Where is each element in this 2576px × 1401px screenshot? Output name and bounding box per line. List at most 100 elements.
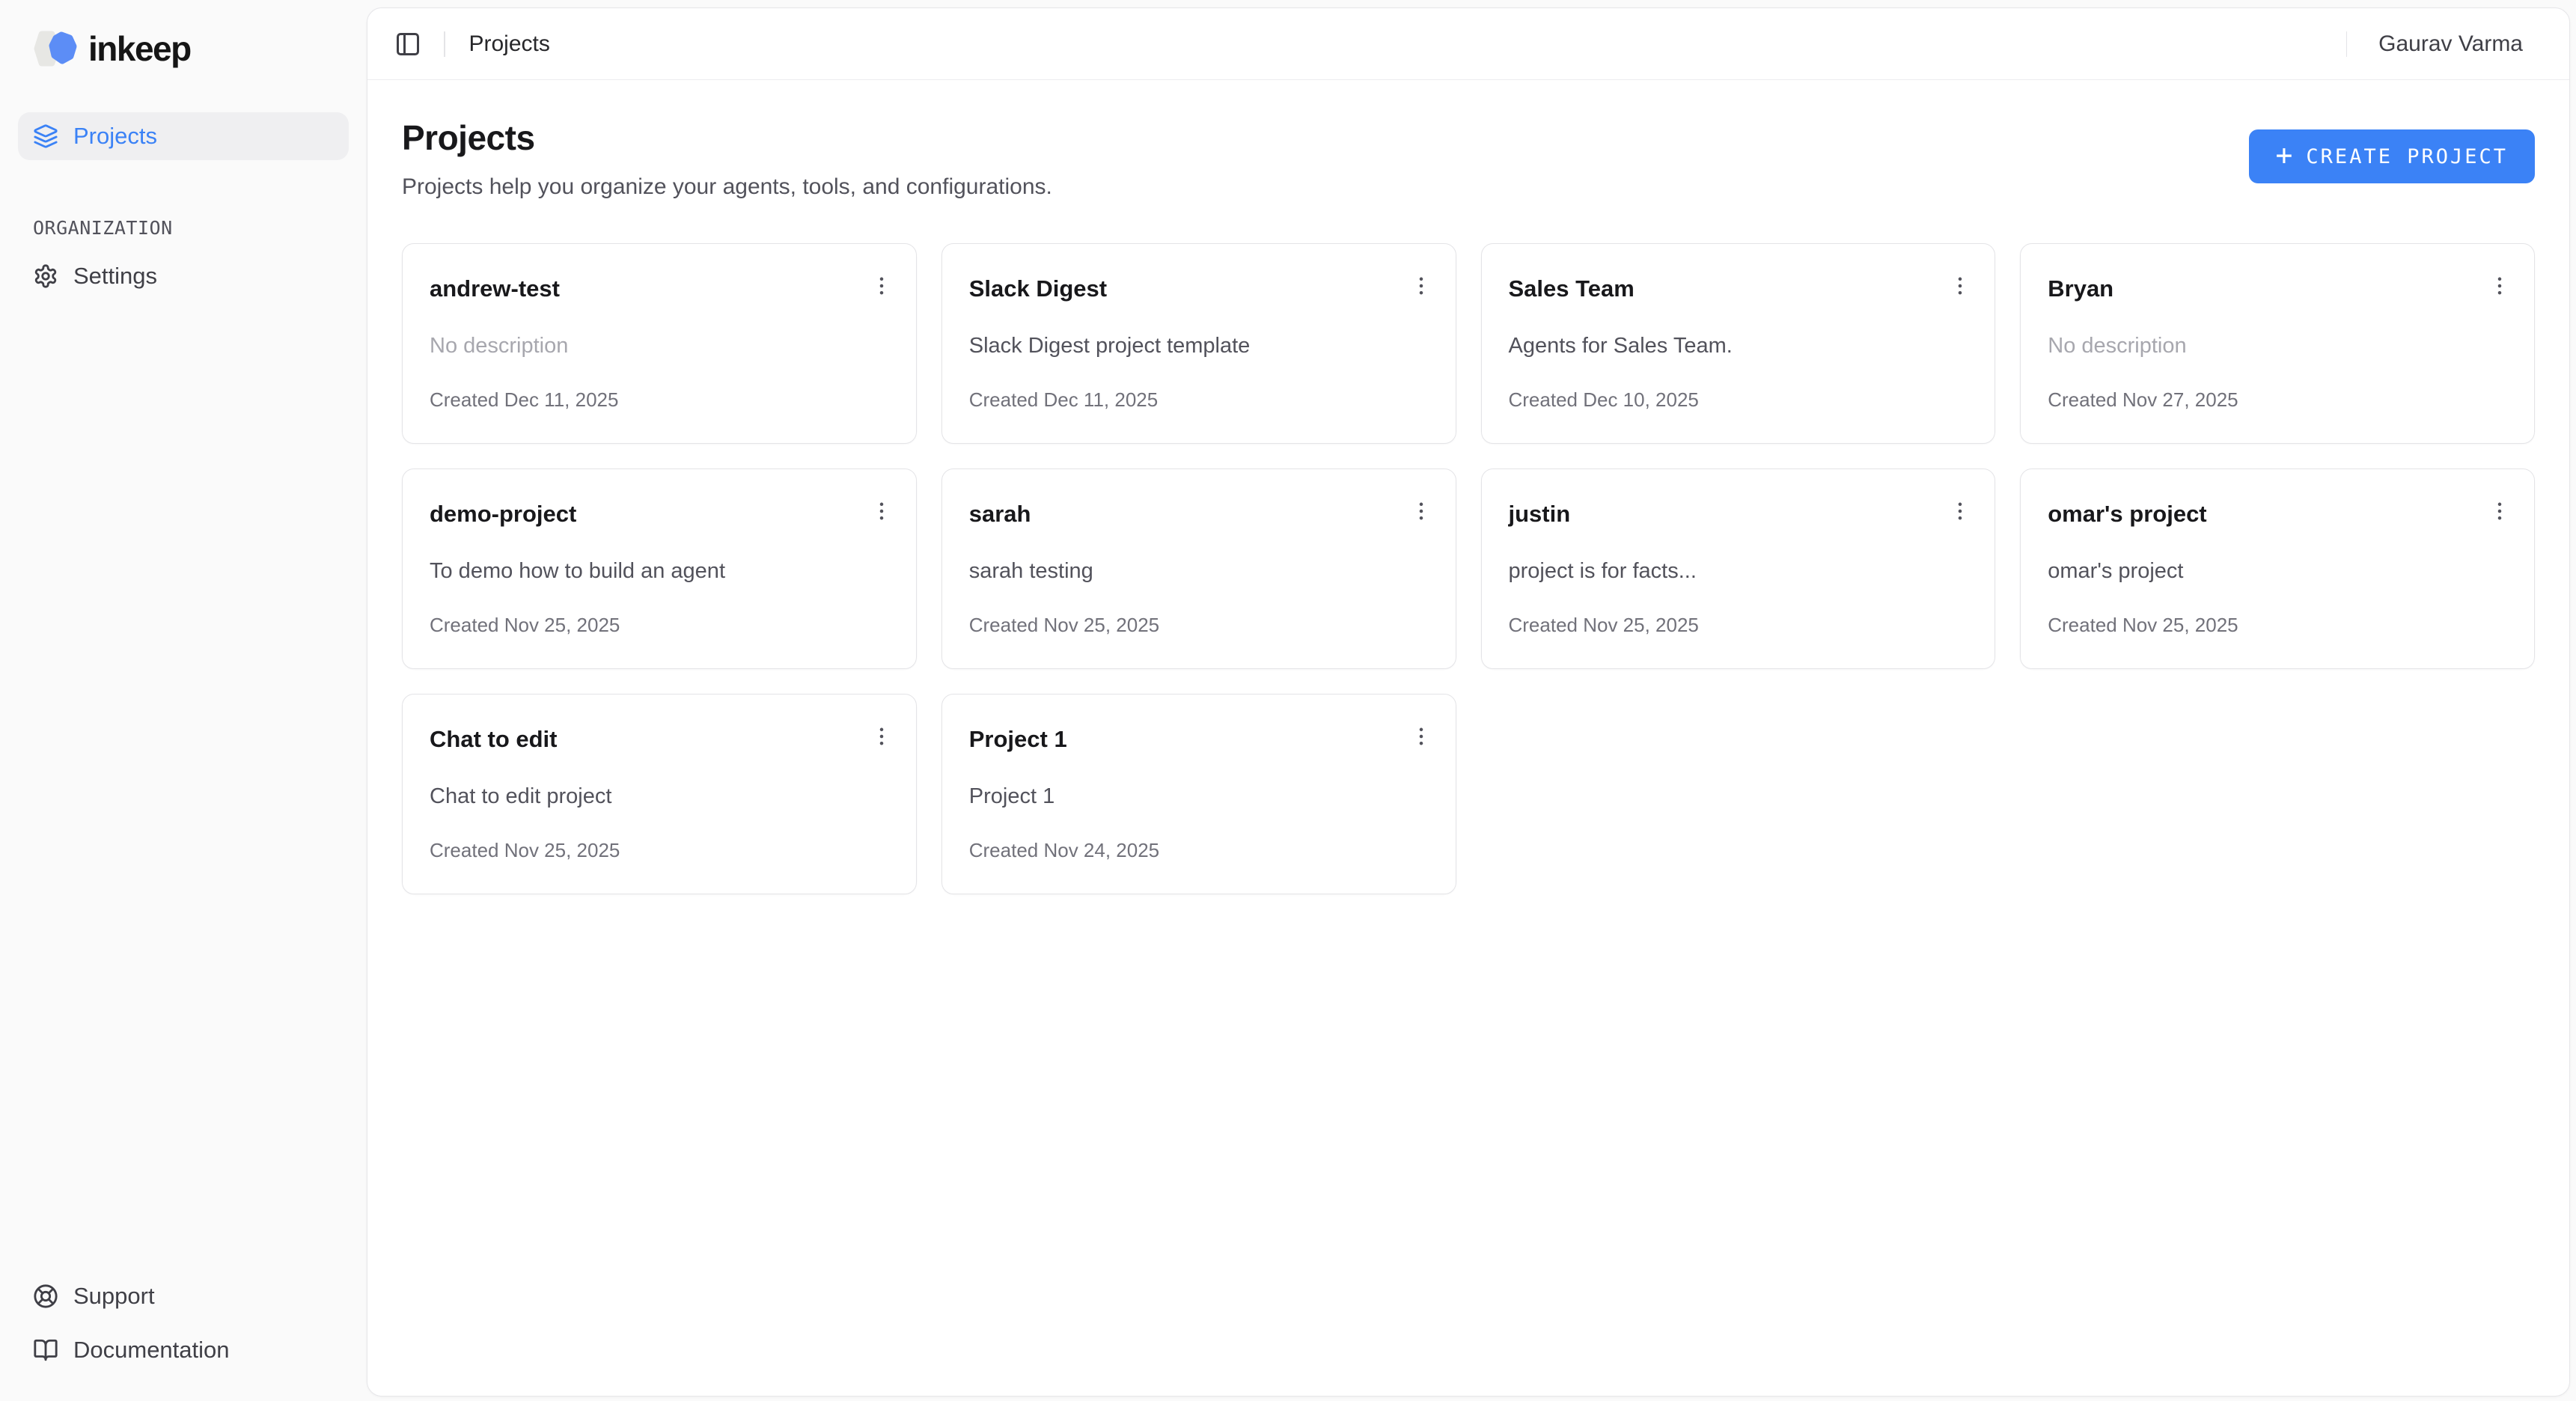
project-created-date: Created Nov 27, 2025 bbox=[2048, 388, 2507, 412]
project-card[interactable]: Slack Digest Slack Digest project templa… bbox=[941, 243, 1456, 444]
project-created-date: Created Nov 24, 2025 bbox=[969, 839, 1429, 862]
project-title: justin bbox=[1509, 501, 1571, 528]
project-created-date: Created Nov 25, 2025 bbox=[1509, 614, 1968, 637]
inkeep-logo-icon bbox=[31, 31, 79, 67]
project-card-header: Chat to edit bbox=[430, 726, 889, 753]
sidebar: inkeep Projects ORGANIZATION Settings bbox=[0, 0, 367, 1401]
content-area: Projects Projects help you organize your… bbox=[367, 80, 2569, 1396]
project-card-header: andrew-test bbox=[430, 275, 889, 302]
project-description: Chat to edit project bbox=[430, 784, 889, 809]
project-card[interactable]: andrew-test No description Created Dec 1… bbox=[402, 243, 917, 444]
project-menu-button[interactable] bbox=[1405, 269, 1438, 302]
project-card-header: justin bbox=[1509, 501, 1968, 528]
project-description: No description bbox=[2048, 334, 2507, 358]
project-menu-button[interactable] bbox=[1944, 495, 1977, 528]
layers-icon bbox=[33, 123, 58, 149]
project-card-header: Slack Digest bbox=[969, 275, 1429, 302]
project-title: sarah bbox=[969, 501, 1031, 528]
project-title: Chat to edit bbox=[430, 726, 558, 753]
user-menu[interactable]: Gaurav Varma bbox=[2378, 31, 2523, 57]
kebab-menu-icon bbox=[1947, 498, 1973, 524]
create-project-label: CREATE PROJECT bbox=[2306, 145, 2508, 168]
project-description: No description bbox=[430, 334, 889, 358]
project-card-header: Project 1 bbox=[969, 726, 1429, 753]
project-title: Project 1 bbox=[969, 726, 1067, 753]
topbar: Projects Gaurav Varma bbox=[367, 8, 2569, 80]
project-created-date: Created Nov 25, 2025 bbox=[969, 614, 1429, 637]
sidebar-item-documentation[interactable]: Documentation bbox=[18, 1326, 349, 1374]
breadcrumb: Projects bbox=[469, 31, 550, 57]
page-header: Projects Projects help you organize your… bbox=[402, 117, 2535, 200]
project-created-date: Created Nov 25, 2025 bbox=[2048, 614, 2507, 637]
kebab-menu-icon bbox=[1408, 724, 1434, 749]
project-card[interactable]: Project 1 Project 1 Created Nov 24, 2025 bbox=[941, 694, 1456, 894]
project-menu-button[interactable] bbox=[2483, 269, 2516, 302]
project-card[interactable]: sarah sarah testing Created Nov 25, 2025 bbox=[941, 468, 1456, 669]
project-menu-button[interactable] bbox=[1405, 495, 1438, 528]
project-card[interactable]: Sales Team Agents for Sales Team. Create… bbox=[1481, 243, 1996, 444]
kebab-menu-icon bbox=[2487, 273, 2512, 299]
project-description: To demo how to build an agent bbox=[430, 559, 889, 584]
project-description: Agents for Sales Team. bbox=[1509, 334, 1968, 358]
project-card-header: Bryan bbox=[2048, 275, 2507, 302]
project-card[interactable]: Bryan No description Created Nov 27, 202… bbox=[2020, 243, 2535, 444]
project-title: Bryan bbox=[2048, 275, 2113, 302]
main-panel: Projects Gaurav Varma Projects Projects … bbox=[367, 7, 2570, 1397]
sidebar-item-label: Settings bbox=[73, 263, 157, 290]
project-description: project is for facts... bbox=[1509, 559, 1968, 584]
book-open-icon bbox=[33, 1337, 58, 1363]
project-created-date: Created Dec 11, 2025 bbox=[430, 388, 889, 412]
sidebar-section-organization: ORGANIZATION bbox=[33, 217, 349, 239]
topbar-right: Gaurav Varma bbox=[2346, 31, 2523, 57]
sidebar-toggle-button[interactable] bbox=[390, 26, 426, 62]
sidebar-item-settings[interactable]: Settings bbox=[18, 252, 349, 300]
project-menu-button[interactable] bbox=[865, 495, 898, 528]
project-created-date: Created Dec 11, 2025 bbox=[969, 388, 1429, 412]
projects-grid: andrew-test No description Created Dec 1… bbox=[402, 243, 2535, 894]
kebab-menu-icon bbox=[869, 498, 894, 524]
project-menu-button[interactable] bbox=[1405, 720, 1438, 753]
project-created-date: Created Nov 25, 2025 bbox=[430, 614, 889, 637]
project-card[interactable]: omar's project omar's project Created No… bbox=[2020, 468, 2535, 669]
kebab-menu-icon bbox=[1408, 273, 1434, 299]
project-description: sarah testing bbox=[969, 559, 1429, 584]
brand-logo[interactable]: inkeep bbox=[18, 22, 349, 69]
project-card-header: sarah bbox=[969, 501, 1429, 528]
kebab-menu-icon bbox=[869, 273, 894, 299]
project-title: Slack Digest bbox=[969, 275, 1107, 302]
project-description: omar's project bbox=[2048, 559, 2507, 584]
project-description: Project 1 bbox=[969, 784, 1429, 809]
page-title: Projects bbox=[402, 117, 1052, 158]
project-card[interactable]: Chat to edit Chat to edit project Create… bbox=[402, 694, 917, 894]
project-card[interactable]: justin project is for facts... Created N… bbox=[1481, 468, 1996, 669]
project-created-date: Created Nov 25, 2025 bbox=[430, 839, 889, 862]
project-description: Slack Digest project template bbox=[969, 334, 1429, 358]
project-menu-button[interactable] bbox=[865, 269, 898, 302]
sidebar-item-projects[interactable]: Projects bbox=[18, 112, 349, 160]
plus-icon: + bbox=[2276, 141, 2293, 169]
project-card-header: Sales Team bbox=[1509, 275, 1968, 302]
create-project-button[interactable]: + CREATE PROJECT bbox=[2249, 129, 2535, 183]
kebab-menu-icon bbox=[869, 724, 894, 749]
sidebar-item-label: Projects bbox=[73, 123, 157, 150]
project-menu-button[interactable] bbox=[1944, 269, 1977, 302]
sidebar-item-support[interactable]: Support bbox=[18, 1272, 349, 1320]
sidebar-item-label: Documentation bbox=[73, 1337, 230, 1364]
sidebar-item-label: Support bbox=[73, 1283, 155, 1310]
project-card[interactable]: demo-project To demo how to build an age… bbox=[402, 468, 917, 669]
project-menu-button[interactable] bbox=[2483, 495, 2516, 528]
kebab-menu-icon bbox=[1947, 273, 1973, 299]
life-buoy-icon bbox=[33, 1284, 58, 1309]
brand-wordmark: inkeep bbox=[88, 28, 191, 69]
project-title: andrew-test bbox=[430, 275, 560, 302]
kebab-menu-icon bbox=[2487, 498, 2512, 524]
topbar-divider bbox=[2346, 31, 2348, 57]
gear-icon bbox=[33, 263, 58, 289]
project-title: Sales Team bbox=[1509, 275, 1635, 302]
project-title: omar's project bbox=[2048, 501, 2206, 528]
panel-left-icon bbox=[394, 31, 421, 58]
project-card-header: omar's project bbox=[2048, 501, 2507, 528]
page-header-text: Projects Projects help you organize your… bbox=[402, 117, 1052, 200]
sidebar-footer: Support Documentation bbox=[18, 1272, 349, 1374]
project-menu-button[interactable] bbox=[865, 720, 898, 753]
